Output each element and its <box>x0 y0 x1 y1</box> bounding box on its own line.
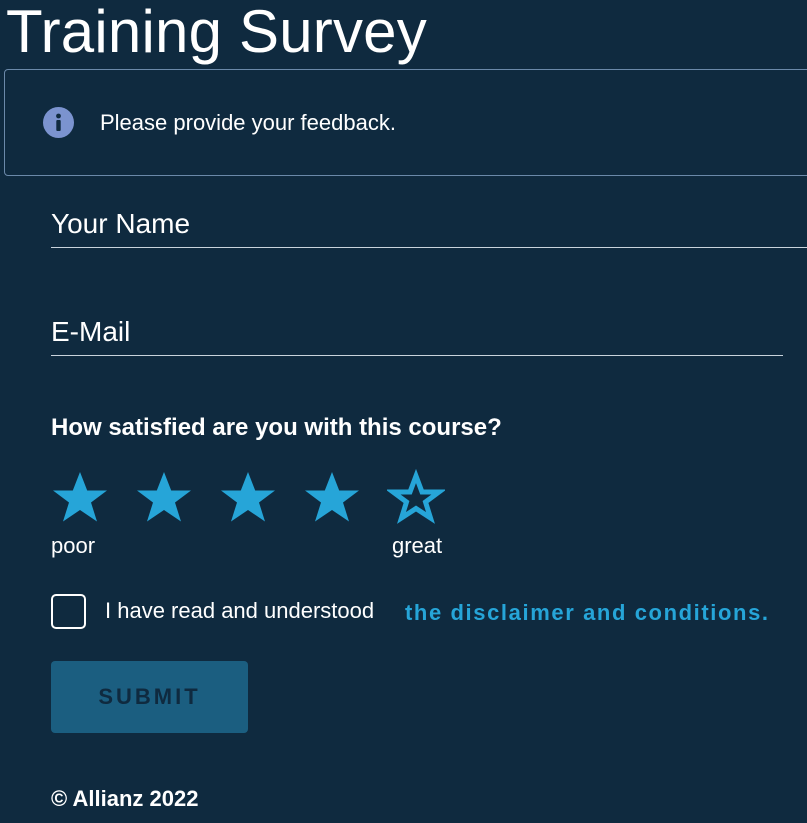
email-field[interactable] <box>51 308 783 355</box>
star-rating <box>51 469 445 527</box>
disclaimer-link[interactable]: the disclaimer and conditions. <box>405 600 770 626</box>
info-banner: Please provide your feedback. <box>4 69 807 176</box>
consent-checkbox[interactable] <box>51 594 86 629</box>
survey-page: Training Survey Please provide your feed… <box>0 0 807 823</box>
satisfaction-question: How satisfied are you with this course? <box>51 414 502 441</box>
rating-high-label: great <box>392 533 443 558</box>
name-field-container <box>51 200 807 248</box>
name-field[interactable] <box>51 200 807 247</box>
page-title: Training Survey <box>6 0 427 65</box>
star-icon-filled[interactable] <box>51 469 109 527</box>
rating-low-label: poor <box>51 533 96 558</box>
star-icon-filled[interactable] <box>303 469 361 527</box>
star-icon-filled[interactable] <box>219 469 277 527</box>
submit-button[interactable]: SUBMIT <box>51 661 248 733</box>
info-icon <box>43 107 74 138</box>
footer-copyright: © Allianz 2022 <box>51 786 199 811</box>
star-icon-empty[interactable] <box>387 469 445 527</box>
email-field-container <box>51 308 783 356</box>
star-icon-filled[interactable] <box>135 469 193 527</box>
consent-label: I have read and understood <box>105 598 375 623</box>
info-message: Please provide your feedback. <box>100 110 396 135</box>
